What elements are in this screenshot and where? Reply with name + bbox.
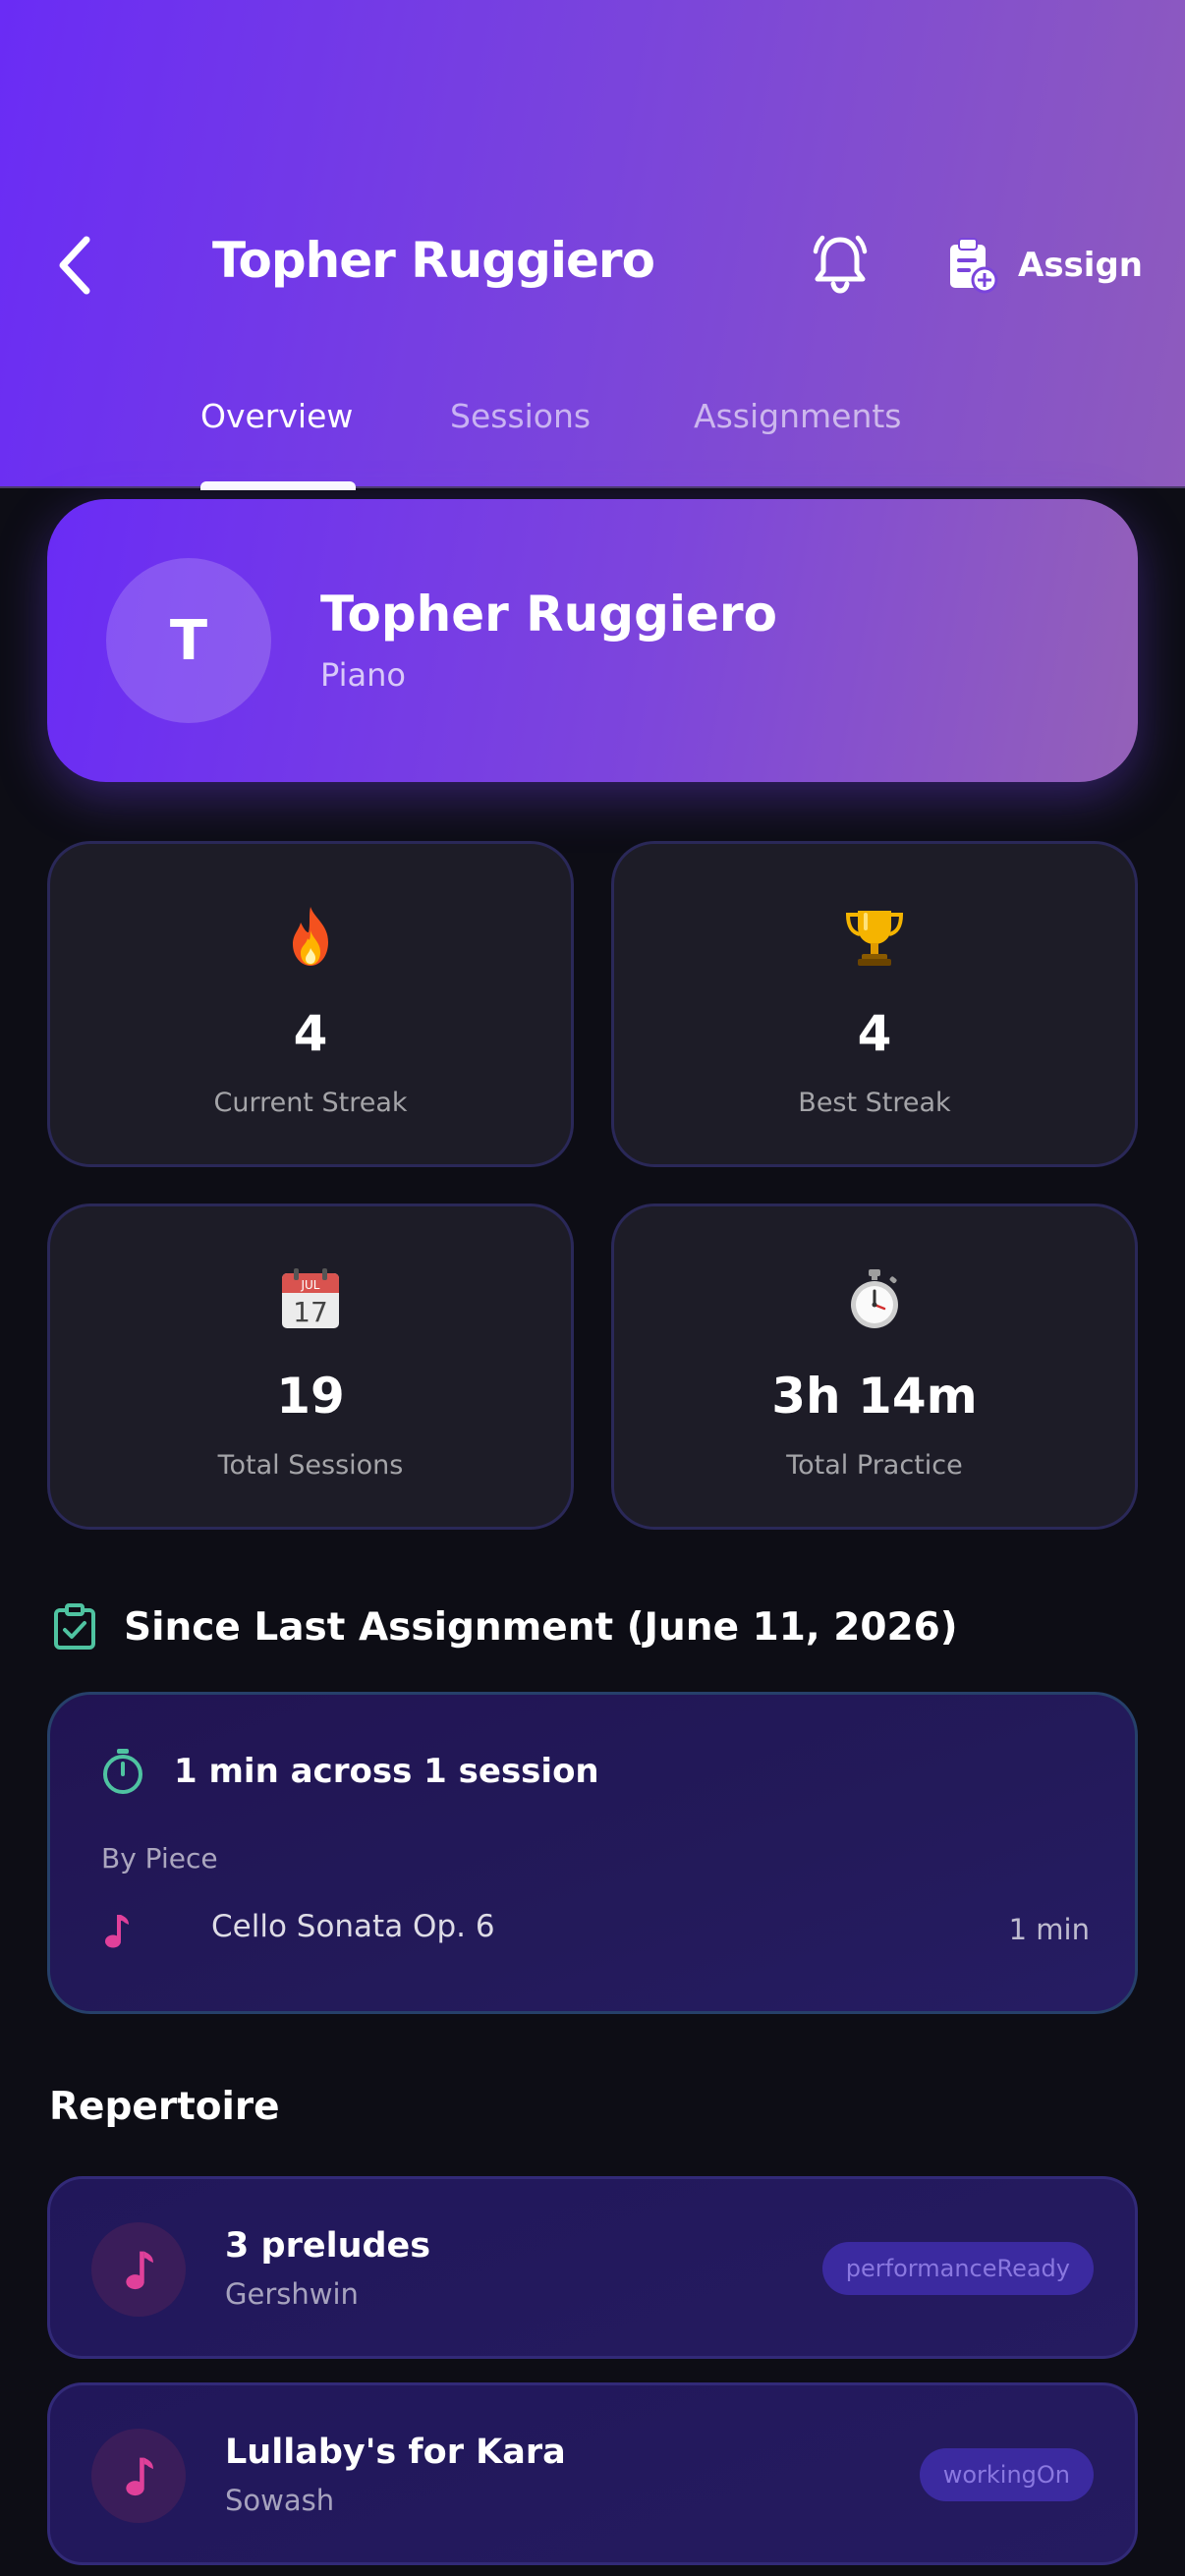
stat-label: Total Sessions xyxy=(217,1450,404,1481)
chevron-left-icon xyxy=(59,236,90,295)
stopwatch-icon xyxy=(614,1267,1135,1336)
trophy-icon xyxy=(614,905,1135,974)
clipboard-add-icon xyxy=(950,238,998,294)
timer-icon xyxy=(103,1749,142,1794)
stat-value: 4 xyxy=(293,1005,328,1062)
stat-card-current-streak: 4 Current Streak xyxy=(47,841,574,1167)
repertoire-item[interactable]: Lullaby's for Kara Sowash workingOn xyxy=(47,2382,1138,2565)
calendar-day: 17 xyxy=(293,1296,328,1328)
piece-title: 3 preludes xyxy=(225,2226,431,2266)
back-button[interactable] xyxy=(55,226,114,305)
assign-button[interactable]: Assign xyxy=(947,236,1143,295)
repertoire-title: Repertoire xyxy=(49,2085,280,2129)
tab-bar: Overview Sessions Assignments xyxy=(0,389,1185,490)
notifications-button[interactable] xyxy=(808,232,873,297)
tab-assignments[interactable]: Assignments xyxy=(694,397,902,435)
student-instrument: Piano xyxy=(320,656,406,694)
stat-value: 19 xyxy=(276,1368,345,1425)
composer: Sowash xyxy=(225,2484,335,2517)
piece-row: Cello Sonata Op. 6 1 min xyxy=(101,1907,1090,1956)
piece-name: Cello Sonata Op. 6 xyxy=(211,1909,495,1944)
assign-label: Assign xyxy=(1018,246,1143,285)
tab-sessions[interactable]: Sessions xyxy=(450,397,591,435)
stat-label: Current Streak xyxy=(213,1088,408,1118)
by-piece-label: By Piece xyxy=(101,1842,218,1875)
summary-line: 1 min across 1 session xyxy=(101,1748,599,1795)
stat-value: 4 xyxy=(857,1005,892,1062)
stat-value: 3h 14m xyxy=(771,1368,978,1425)
music-note-icon xyxy=(105,1915,129,1948)
status-badge: performanceReady xyxy=(821,2242,1094,2295)
piece-time: 1 min xyxy=(1008,1913,1090,1946)
avatar: T xyxy=(106,558,271,723)
bell-icon xyxy=(813,235,868,294)
since-last-assignment-header: Since Last Assignment (June 11, 2026) xyxy=(53,1603,958,1651)
stat-card-best-streak: 4 Best Streak xyxy=(611,841,1138,1167)
stat-label: Best Streak xyxy=(798,1088,951,1118)
fire-icon xyxy=(50,905,571,974)
app-header: Topher Ruggiero Assign Overview Sessions… xyxy=(0,0,1185,490)
student-profile-card: T Topher Ruggiero Piano xyxy=(47,499,1138,782)
status-badge: workingOn xyxy=(919,2448,1094,2501)
calendar-month: JUL xyxy=(300,1278,319,1292)
music-note-icon xyxy=(91,2429,186,2523)
stat-card-total-sessions: JUL 17 19 Total Sessions xyxy=(47,1204,574,1530)
composer: Gershwin xyxy=(225,2277,359,2311)
tab-overview[interactable]: Overview xyxy=(200,397,353,435)
practice-summary-card: 1 min across 1 session By Piece Cello So… xyxy=(47,1692,1138,2014)
header-title: Topher Ruggiero xyxy=(212,232,655,289)
music-note-icon xyxy=(91,2222,186,2317)
stat-label: Total Practice xyxy=(786,1450,963,1481)
student-detail-screen: Topher Ruggiero Assign Overview Sessions… xyxy=(0,0,1185,2576)
student-name: Topher Ruggiero xyxy=(320,586,777,643)
piece-title: Lullaby's for Kara xyxy=(225,2433,566,2472)
section-title: Since Last Assignment (June 11, 2026) xyxy=(124,1604,958,1650)
active-tab-indicator xyxy=(200,481,356,490)
summary-text: 1 min across 1 session xyxy=(174,1752,599,1791)
repertoire-item[interactable]: 3 preludes Gershwin performanceReady xyxy=(47,2176,1138,2359)
checklist-icon xyxy=(54,1603,95,1650)
stat-card-total-practice: 3h 14m Total Practice xyxy=(611,1204,1138,1530)
calendar-icon: JUL 17 xyxy=(50,1267,571,1336)
